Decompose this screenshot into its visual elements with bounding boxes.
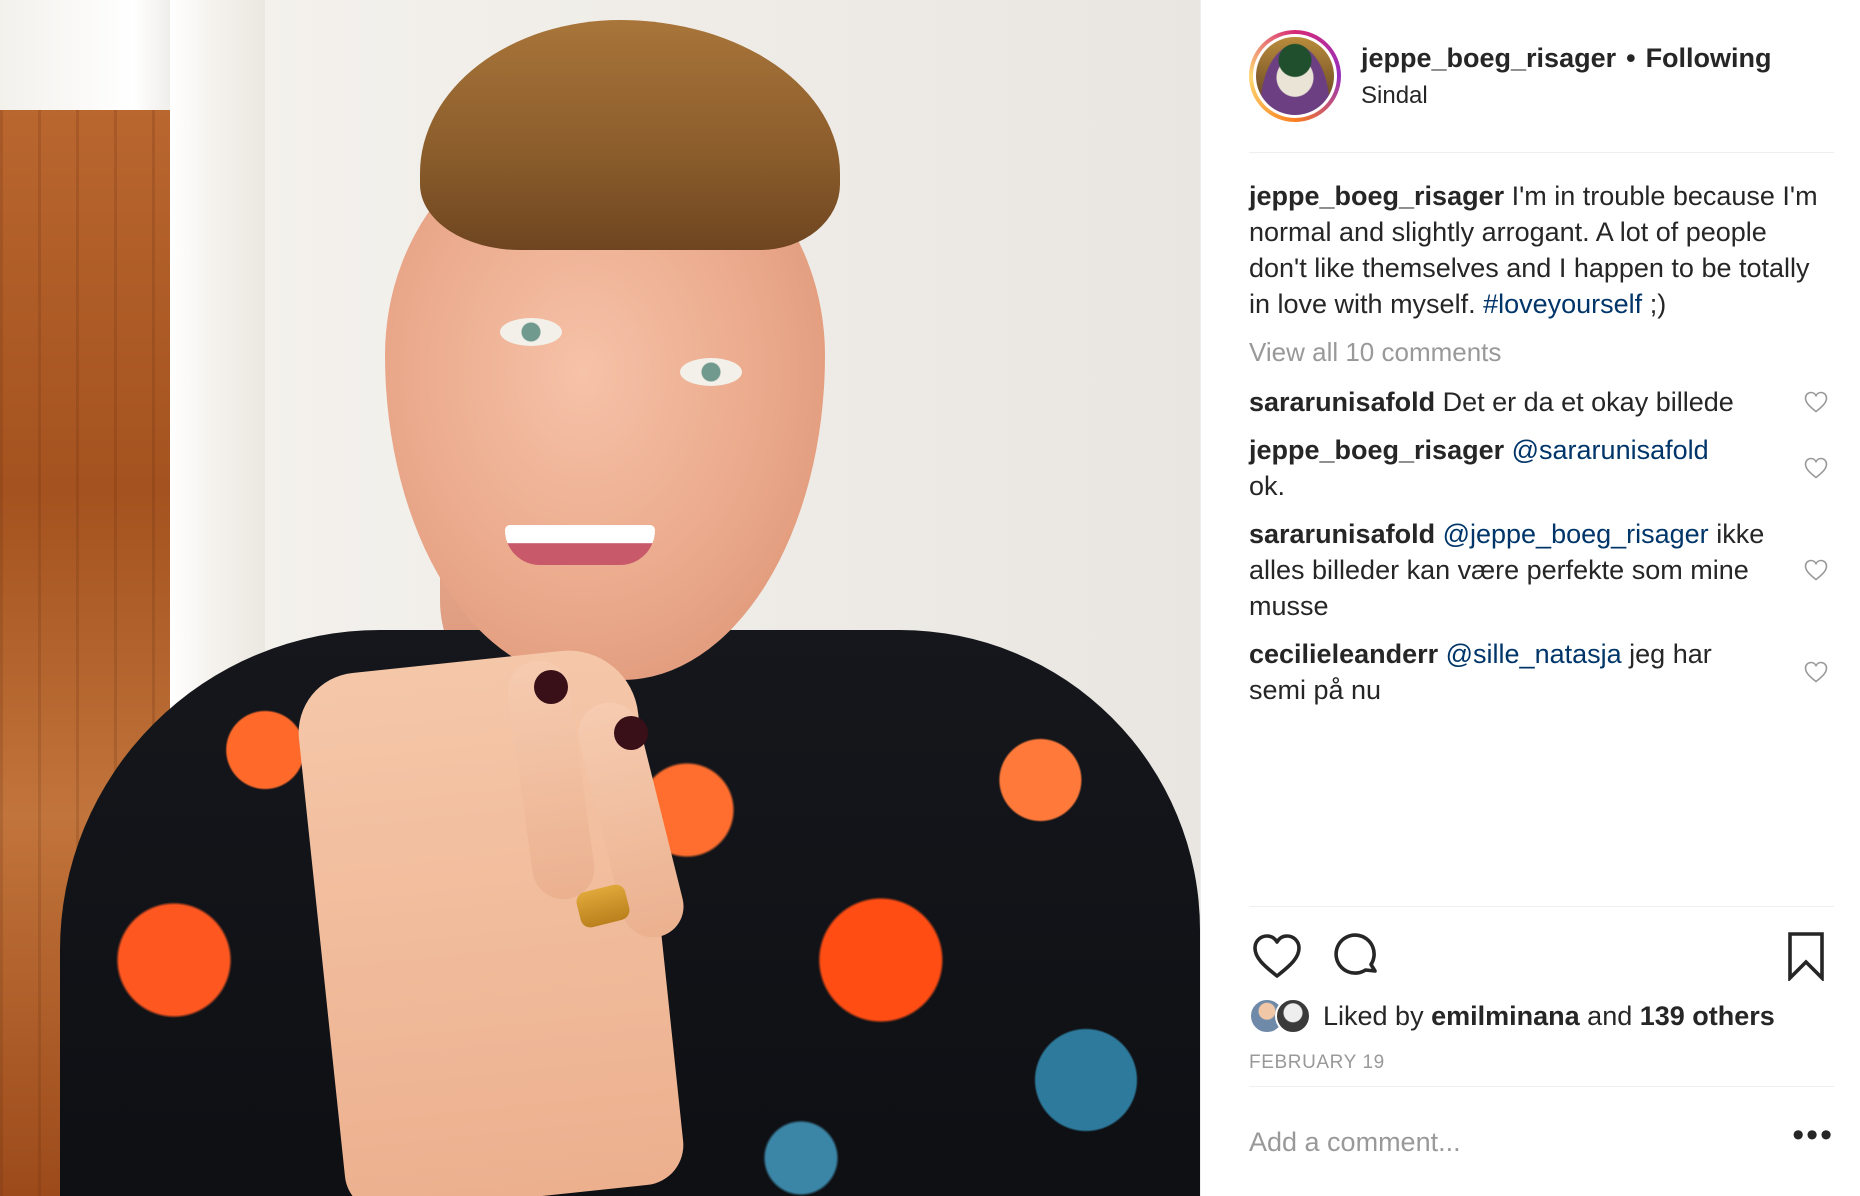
add-comment-input[interactable] [1249, 1126, 1793, 1158]
photo-nail [534, 670, 568, 704]
location-link[interactable]: Sindal [1361, 82, 1772, 110]
add-comment-bar: ••• [1249, 1110, 1834, 1174]
photo-mouth [505, 525, 655, 565]
others-likes-link[interactable]: 139 others [1640, 1001, 1775, 1032]
header-text: jeppe_boeg_risager • Following Sindal [1361, 43, 1772, 110]
small-heart-icon[interactable] [1803, 455, 1829, 481]
post-caption: jeppe_boeg_risager I'm in trouble becaus… [1249, 178, 1829, 322]
bookmark-icon [1788, 932, 1824, 981]
header-divider [1249, 152, 1834, 153]
comment-button[interactable] [1329, 928, 1385, 984]
post-date[interactable]: FEBRUARY 19 [1249, 1052, 1385, 1074]
first-liker-link[interactable]: emilminana [1431, 1001, 1580, 1032]
comment-item: sararunisafold @jeppe_boeg_risager ikke … [1249, 516, 1829, 624]
more-options-button[interactable]: ••• [1792, 1116, 1834, 1155]
comment-mention[interactable]: @sille_natasja [1446, 639, 1622, 669]
caption-suffix: ;) [1649, 289, 1667, 319]
save-button[interactable] [1778, 928, 1834, 984]
caption-username[interactable]: jeppe_boeg_risager [1249, 181, 1504, 211]
comment-username[interactable]: jeppe_boeg_risager [1249, 435, 1504, 465]
photo-eye-right [680, 358, 742, 386]
liker-avatar [1275, 998, 1311, 1034]
actions-divider [1249, 906, 1834, 907]
avatar[interactable] [1253, 34, 1337, 118]
comment-username[interactable]: sararunisafold [1249, 519, 1435, 549]
comment-mention[interactable]: @jeppe_boeg_risager [1443, 519, 1709, 549]
comment-mention[interactable]: @sararunisafold [1512, 435, 1709, 465]
photo-nail [614, 716, 648, 750]
comment-text: ok. [1249, 471, 1286, 501]
small-heart-icon[interactable] [1803, 557, 1829, 583]
comment-text: Det er da et okay billede [1442, 387, 1734, 417]
liker-avatars[interactable] [1249, 998, 1311, 1034]
story-ring[interactable] [1249, 30, 1341, 122]
likes-summary: Liked by emilminana and 139 others [1249, 994, 1775, 1038]
following-button[interactable]: Following [1646, 43, 1772, 74]
comment-username[interactable]: sararunisafold [1249, 387, 1435, 417]
comment-item: cecilieleanderr @sille_natasja jeg har s… [1249, 636, 1829, 708]
header-separator: • [1626, 42, 1636, 73]
post-container: jeppe_boeg_risager • Following Sindal je… [0, 0, 1860, 1196]
action-bar [1249, 928, 1834, 984]
comment-username[interactable]: cecilieleanderr [1249, 639, 1438, 669]
post-sidebar: jeppe_boeg_risager • Following Sindal je… [1200, 0, 1860, 1196]
view-all-comments-link[interactable]: View all 10 comments [1249, 334, 1829, 370]
photo-eye-left [500, 318, 562, 346]
comment-item: jeppe_boeg_risager @sararunisafold ok. [1249, 432, 1829, 504]
likes-prefix: Liked by [1323, 1000, 1424, 1031]
comment-box-divider [1249, 1086, 1834, 1087]
comment-item: sararunisafold Det er da et okay billede [1249, 384, 1829, 420]
heart-icon [1253, 934, 1301, 978]
comment-bubble-icon [1334, 933, 1377, 975]
header-username[interactable]: jeppe_boeg_risager [1361, 43, 1616, 74]
caption-hashtag[interactable]: #loveyourself [1483, 289, 1642, 319]
likes-connector: and [1587, 1000, 1633, 1031]
small-heart-icon[interactable] [1803, 389, 1829, 415]
post-photo[interactable] [0, 0, 1200, 1196]
photo-hair [420, 20, 840, 250]
comments-section: jeppe_boeg_risager I'm in trouble becaus… [1249, 178, 1829, 708]
post-header: jeppe_boeg_risager • Following Sindal [1249, 26, 1834, 126]
like-button[interactable] [1249, 928, 1305, 984]
small-heart-icon[interactable] [1803, 659, 1829, 685]
header-username-row: jeppe_boeg_risager • Following [1361, 43, 1772, 74]
